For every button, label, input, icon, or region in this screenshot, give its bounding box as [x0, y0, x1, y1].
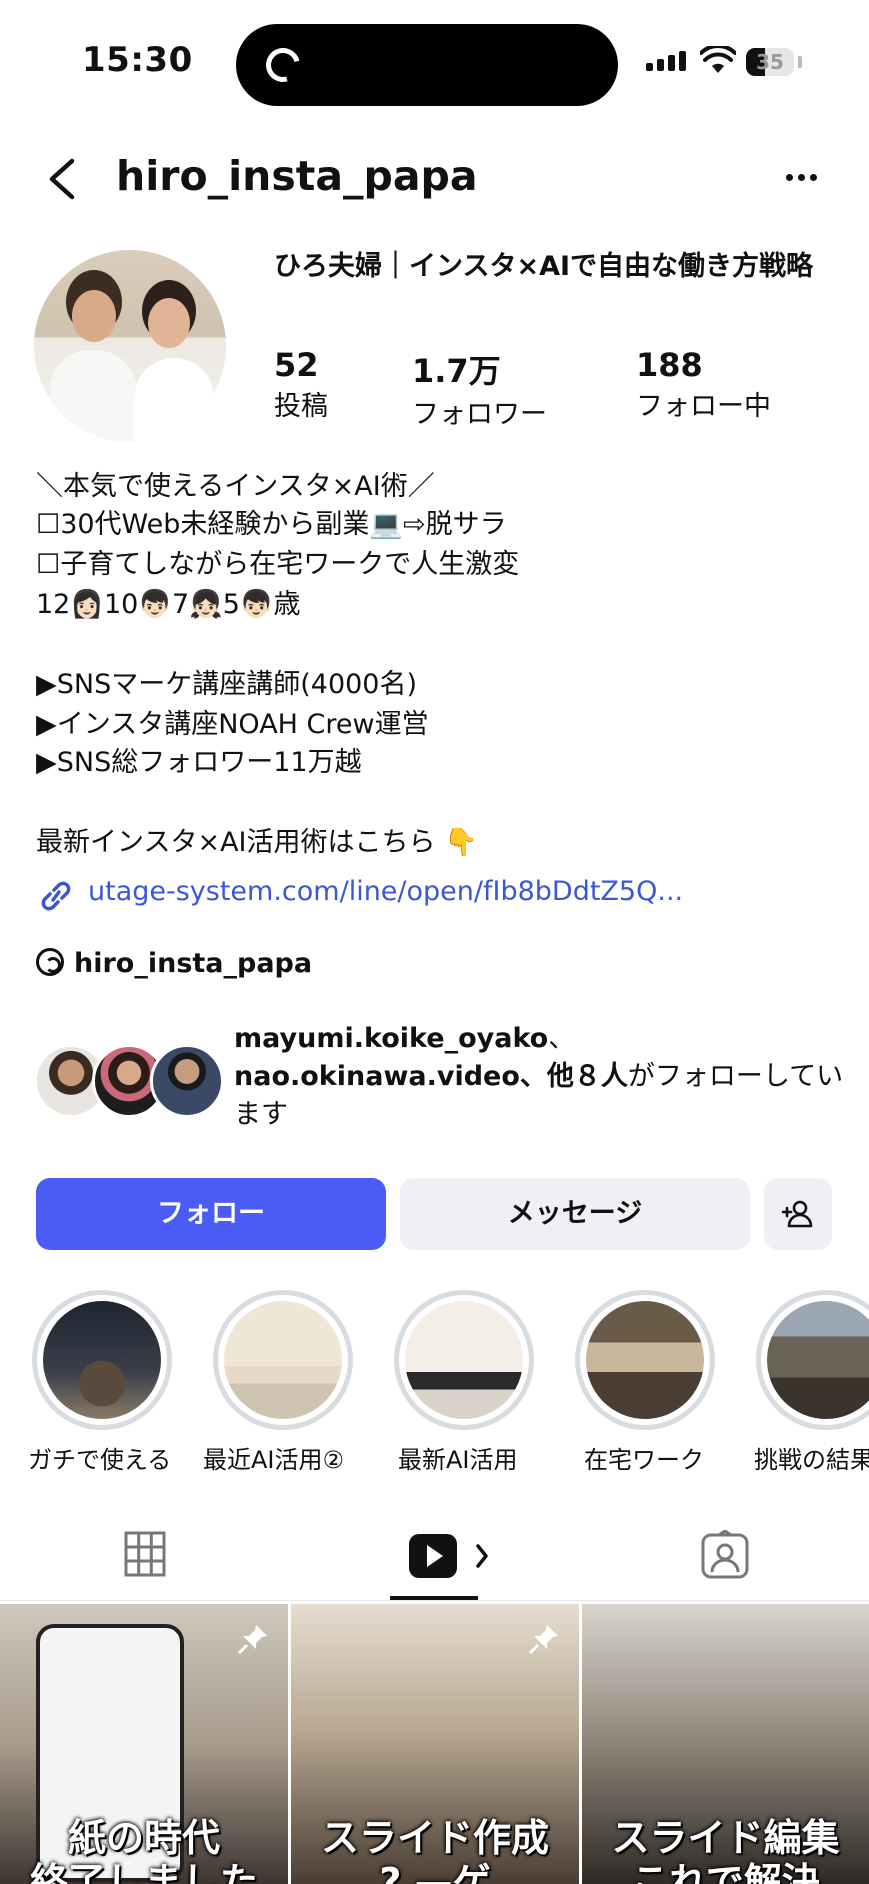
stat-posts: 52 投稿 [274, 346, 328, 423]
follow-button[interactable]: フォロー [36, 1178, 386, 1250]
bio-line: ☐30代Web未経験から副業💻⇨脱サラ [36, 509, 507, 540]
highlight-item[interactable] [756, 1290, 869, 1430]
bio-line: ☐子育てしながら在宅ワークで人生激変 [36, 549, 520, 580]
highlight-label: 最近AI活用② [203, 1446, 345, 1474]
display-name: ひろ夫婦｜インスタ×AIで自由な働き方戦略 [274, 251, 814, 282]
threads-link[interactable]: hiro_insta_papa [36, 948, 312, 979]
stat-following-value: 188 [636, 346, 703, 384]
post-caption: 終了しました [29, 1860, 258, 1884]
followed-by-others: 、他８人 [519, 1061, 628, 1092]
highlight-item[interactable] [575, 1290, 715, 1430]
post-tile[interactable]: スライド編集 これで解決 [582, 1604, 869, 1884]
bio-link[interactable]: utage-system.com/line/open/fIb8bDdtZ5Q..… [88, 876, 683, 907]
highlight-label: 最新AI活用 [398, 1446, 518, 1474]
stat-followers-label: フォロワー [412, 399, 547, 430]
wifi-icon [700, 46, 736, 73]
followed-by-text[interactable]: mayumi.koike_oyako、 nao.okinawa.video、他８人… [234, 1020, 844, 1134]
add-user-icon [781, 1200, 813, 1228]
highlight-item[interactable] [32, 1290, 172, 1430]
threads-icon [36, 948, 64, 976]
stat-posts-label: 投稿 [274, 391, 328, 422]
reels-icon [409, 1534, 488, 1578]
stat-followers-value: 1.7万 [412, 352, 501, 390]
highlight-item[interactable] [213, 1290, 353, 1430]
pin-icon [236, 1622, 270, 1656]
bio-line: ▶インスタ講座NOAH Crew運営 [36, 709, 429, 740]
post-caption: これで解決 [631, 1860, 820, 1884]
highlight-label: ガチで使える [28, 1446, 172, 1474]
tagged-tab-icon[interactable] [700, 1530, 750, 1580]
threads-handle: hiro_insta_papa [74, 948, 313, 979]
cellular-signal-icon [646, 51, 690, 71]
stat-followers[interactable]: 1.7万 フォロワー [412, 346, 547, 431]
highlight-label: 挑戦の結果 [754, 1446, 869, 1474]
pin-icon [527, 1622, 561, 1656]
link-icon [41, 881, 71, 911]
post-caption: スライド編集 [611, 1816, 840, 1860]
battery-icon: 35 [746, 48, 794, 76]
battery-level: 35 [756, 50, 784, 74]
suggested-users-button[interactable] [764, 1178, 832, 1250]
tab-divider [0, 1600, 869, 1601]
bio-line: ＼本気で使えるインスタ×AI術／ [36, 471, 435, 502]
highlight-label: 在宅ワーク [584, 1446, 704, 1474]
header-username: hiro_insta_papa [116, 152, 478, 200]
bio-line: ▶SNSマーケ講座講師(4000名) [36, 669, 418, 700]
profile-avatar[interactable] [34, 250, 226, 442]
dynamic-island [236, 24, 618, 106]
followed-by-separator: 、 [548, 1023, 576, 1054]
follower-avatar [150, 1044, 224, 1118]
followed-by-user1: mayumi.koike_oyako [234, 1023, 549, 1054]
battery-cap [798, 56, 802, 68]
back-arrow-icon[interactable] [44, 158, 78, 200]
followed-by-user2: nao.okinawa.video [234, 1061, 520, 1092]
message-button[interactable]: メッセージ [400, 1178, 750, 1250]
stat-following-label: フォロー中 [636, 391, 771, 422]
activity-icon [259, 41, 307, 89]
more-options-icon[interactable] [786, 166, 828, 196]
stat-following[interactable]: 188 フォロー中 [636, 346, 771, 423]
post-caption: スライド作成 [320, 1816, 549, 1860]
highlight-item[interactable] [394, 1290, 534, 1430]
post-tile[interactable]: スライド作成 ? —ゲ [291, 1604, 579, 1884]
post-caption: 紙の時代 [67, 1816, 220, 1860]
stat-posts-value: 52 [274, 346, 319, 384]
bio-line: ▶SNS総フォロワー11万越 [36, 747, 362, 778]
status-time: 15:30 [82, 40, 193, 80]
post-caption: ? —ゲ [379, 1860, 491, 1884]
active-tab-indicator [390, 1596, 478, 1600]
post-tile[interactable]: 紙の時代 終了しました [0, 1604, 288, 1884]
grid-tab-icon[interactable] [124, 1530, 166, 1578]
bio-line: 最新インスタ×AI活用術はこちら 👇 [36, 827, 478, 858]
reels-tab[interactable] [408, 1532, 490, 1584]
bio-line: 12👩🏻10👦🏻7👧🏻5👦🏻歳 [36, 589, 301, 620]
